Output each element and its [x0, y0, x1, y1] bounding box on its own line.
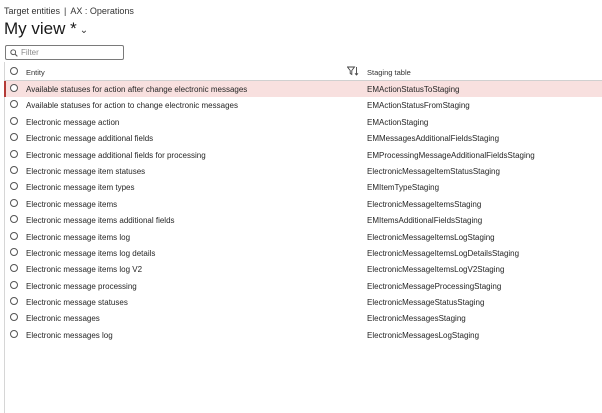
breadcrumb-target[interactable]: Target entities	[4, 6, 60, 16]
entity-cell: Electronic message items	[26, 199, 118, 209]
row-select-radio[interactable]	[10, 100, 18, 109]
table-row[interactable]: Available statuses for action to change …	[4, 97, 602, 113]
entity-cell: Electronic message action	[26, 117, 120, 127]
entity-cell: Electronic message additional fields for…	[26, 150, 206, 160]
table-row[interactable]: Electronic messages ElectronicMessagesSta…	[4, 310, 602, 326]
entity-cell: Electronic message item types	[26, 183, 135, 193]
table-row[interactable]: Electronic message item types EMItemTypeS…	[4, 179, 602, 195]
entity-cell: Electronic message items log details	[26, 248, 156, 258]
staging-table-cell: EMItemsAdditionalFieldsStaging	[367, 216, 483, 226]
table-row[interactable]: Electronic message item statuses Electron…	[4, 163, 602, 179]
table-row[interactable]: Electronic message processing ElectronicM…	[4, 278, 602, 294]
staging-table-cell: ElectronicMessageItemStatusStaging	[367, 166, 500, 176]
row-select-radio[interactable]	[10, 116, 18, 125]
row-select-radio[interactable]	[10, 198, 18, 207]
search-icon	[10, 48, 18, 57]
staging-table-cell: EMActionStatusFromStaging	[367, 101, 470, 111]
entity-cell: Electronic message items additional fiel…	[26, 216, 175, 226]
staging-table-cell: EMMessagesAdditionalFieldsStaging	[367, 134, 500, 144]
table-row[interactable]: Electronic message additional fields for…	[4, 147, 602, 163]
staging-table-cell: EMActionStaging	[367, 117, 429, 127]
row-select-radio[interactable]	[10, 264, 18, 273]
staging-table-cell: ElectronicMessagesLogStaging	[367, 330, 480, 340]
filter-box[interactable]	[5, 45, 124, 60]
column-header-staging-table[interactable]: Staging table	[367, 68, 411, 77]
entity-cell: Electronic message items log V2	[26, 265, 143, 275]
entity-grid: Entity Staging table Available statuses …	[4, 63, 602, 343]
staging-table-cell: EMItemTypeStaging	[367, 183, 440, 193]
filter-input[interactable]	[18, 48, 121, 57]
row-select-radio[interactable]	[10, 84, 18, 92]
entity-cell: Electronic messages	[26, 314, 100, 324]
row-select-radio[interactable]	[10, 215, 18, 224]
column-filter-icon[interactable]	[347, 66, 359, 76]
table-row[interactable]: Electronic messages log ElectronicMessage…	[4, 327, 602, 343]
column-header-entity[interactable]: Entity	[26, 68, 45, 77]
table-row[interactable]: Electronic message items log details Elec…	[4, 245, 602, 261]
breadcrumb-separator: |	[64, 6, 67, 16]
table-row[interactable]: Electronic message statuses ElectronicMes…	[4, 294, 602, 310]
entity-cell: Electronic message processing	[26, 281, 137, 291]
table-row[interactable]: Electronic message action EMActionStaging	[4, 114, 602, 130]
chevron-down-icon[interactable]: ⌄	[80, 25, 88, 36]
entity-cell: Electronic message statuses	[26, 298, 128, 308]
row-select-radio[interactable]	[10, 297, 18, 306]
staging-table-cell: EMProcessingMessageAdditionalFieldsStagi…	[367, 150, 535, 160]
table-row[interactable]: Available statuses for action after chan…	[4, 81, 602, 98]
staging-table-cell: ElectronicMessageItemsLogDetailsStaging	[367, 248, 520, 258]
entity-cell: Available statuses for action to change …	[26, 101, 238, 111]
staging-table-cell: EMActionStatusToStaging	[367, 85, 460, 94]
entity-cell: Electronic message item statuses	[26, 166, 146, 176]
staging-table-cell: ElectronicMessageStatusStaging	[367, 298, 485, 308]
row-select-radio[interactable]	[10, 280, 18, 289]
select-all-radio[interactable]	[10, 67, 18, 75]
row-select-radio[interactable]	[10, 165, 18, 174]
row-select-radio[interactable]	[10, 182, 18, 191]
table-row[interactable]: Electronic message items ElectronicMessag…	[4, 196, 602, 212]
grid-header: Entity Staging table	[4, 63, 602, 81]
grid-rows: Available statuses for action after chan…	[4, 81, 602, 343]
breadcrumb-context[interactable]: AX : Operations	[70, 6, 134, 16]
table-row[interactable]: Electronic message additional fields EMMe…	[4, 130, 602, 146]
table-row[interactable]: Electronic message items log ElectronicMe…	[4, 229, 602, 245]
entity-cell: Electronic message additional fields	[26, 134, 154, 144]
staging-table-cell: ElectronicMessageItemsLogStaging	[367, 232, 495, 242]
row-select-radio[interactable]	[10, 231, 18, 240]
breadcrumb: Target entities | AX : Operations	[4, 6, 134, 16]
staging-table-cell: ElectronicMessageItemsLogV2Staging	[367, 265, 505, 275]
entity-cell: Available statuses for action after chan…	[26, 85, 248, 94]
row-select-radio[interactable]	[10, 133, 18, 142]
entity-cell: Electronic message items log	[26, 232, 131, 242]
row-select-radio[interactable]	[10, 247, 18, 256]
view-selector[interactable]: My view * ⌄	[4, 19, 88, 39]
table-row[interactable]: Electronic message items log V2 Electroni…	[4, 261, 602, 277]
row-select-radio[interactable]	[10, 313, 18, 322]
table-row[interactable]: Electronic message items additional fiel…	[4, 212, 602, 228]
row-select-radio[interactable]	[10, 329, 18, 338]
staging-table-cell: ElectronicMessagesStaging	[367, 314, 466, 324]
entity-cell: Electronic messages log	[26, 330, 113, 340]
row-select-radio[interactable]	[10, 149, 18, 158]
staging-table-cell: ElectronicMessageItemsStaging	[367, 199, 482, 209]
staging-table-cell: ElectronicMessageProcessingStaging	[367, 281, 502, 291]
page-title[interactable]: My view *	[4, 19, 77, 39]
